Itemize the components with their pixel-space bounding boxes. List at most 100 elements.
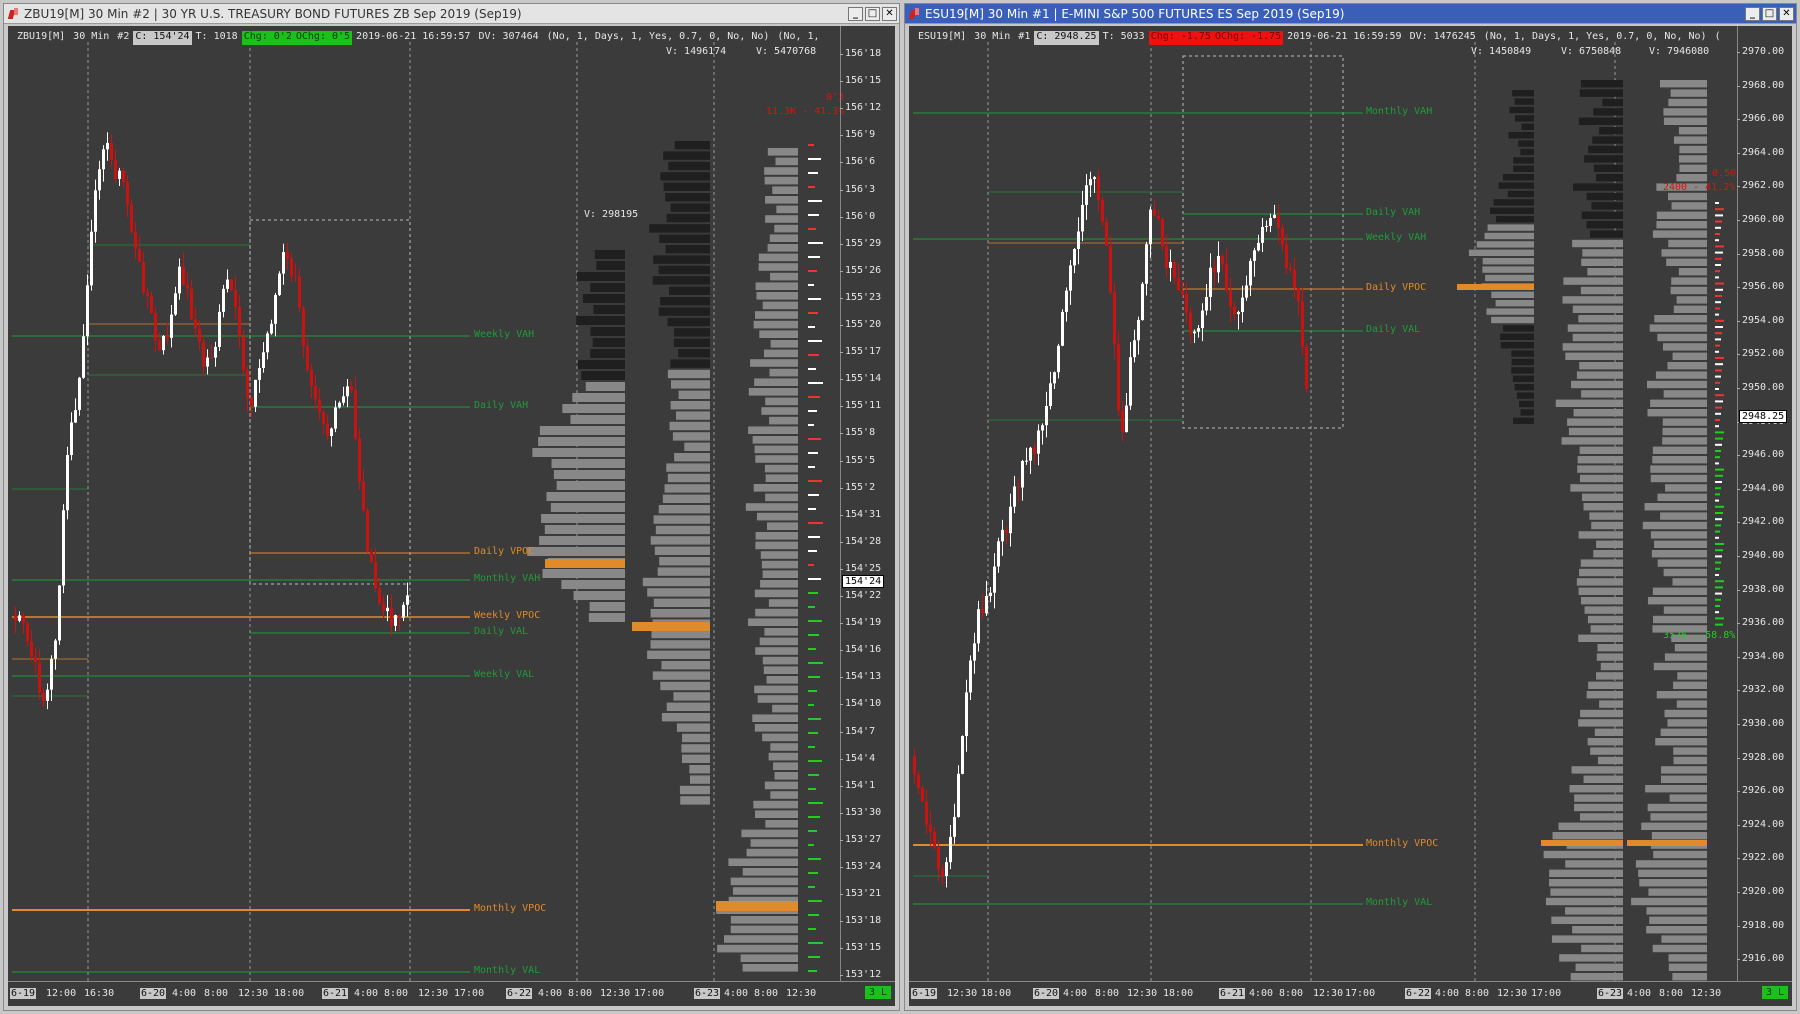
candle-body <box>358 438 361 482</box>
time-tick-label: 8:00 <box>384 988 409 999</box>
volume-profile-bar <box>775 157 798 166</box>
time-tick-label: 18:00 <box>274 988 305 999</box>
candle-body <box>1277 214 1280 228</box>
chart-window-zb[interactable]: ZBU19[M] 30 Min #2 | 30 YR U.S. TREASURY… <box>3 3 900 1011</box>
volume-profile-bar <box>1652 944 1707 953</box>
maximize-icon[interactable]: □ <box>865 6 880 21</box>
delta-tick <box>808 452 818 454</box>
volume-profile-bar <box>660 172 710 181</box>
candle-body <box>1165 246 1168 268</box>
delta-tick <box>808 550 817 552</box>
volume-profile-bar <box>594 250 625 259</box>
candle-body <box>1289 268 1292 270</box>
volume-profile-bar <box>1662 427 1707 436</box>
time-axis[interactable]: 3 L 6-19 12:00 16:30 6-20 4:00 8:00 12:30 18:00… <box>8 981 895 1006</box>
candle-body <box>106 142 109 150</box>
candle-body <box>1097 177 1100 201</box>
candle-body <box>62 510 65 586</box>
delta-tick <box>1715 276 1719 279</box>
delta-tick <box>808 382 823 384</box>
volume-profile-bar <box>1670 286 1707 295</box>
price-tick-label: 154'10 <box>840 698 895 709</box>
delta-tick <box>808 956 820 958</box>
weekly-vpoc-bar <box>632 622 710 631</box>
chart-canvas[interactable]: ZBU19[M] 30 Min #2 C: 154'24 T: 1018 Chg… <box>8 26 895 1006</box>
volume-profile-bar <box>1667 719 1707 727</box>
minimize-icon[interactable]: _ <box>848 6 863 21</box>
volume-profile-bar <box>757 695 798 703</box>
candle-body <box>973 643 976 661</box>
volume-profile-bar <box>1518 140 1534 147</box>
price-chart-svg[interactable] <box>8 26 897 1008</box>
volume-profile-bar <box>1653 850 1707 859</box>
price-axis[interactable]: 2970.00 2968.00 2966.00 2964.00 2962.00 2960.… <box>1737 26 1792 982</box>
volume-profile-bar <box>650 609 710 618</box>
volume-profile-bar <box>532 448 625 457</box>
delta-tick <box>808 536 820 538</box>
delta-tick <box>808 508 816 510</box>
volume-profile-bar <box>596 261 625 270</box>
close-icon[interactable]: ✕ <box>882 6 897 21</box>
maximize-icon[interactable]: □ <box>1762 6 1777 21</box>
volume-profile-bar <box>763 349 798 358</box>
candle-body <box>933 831 936 848</box>
candle-body <box>1145 244 1148 284</box>
candle-body <box>182 266 185 285</box>
delta-tick <box>808 634 819 636</box>
volume-profile-bar <box>681 744 710 753</box>
volume-profile-bar <box>1570 973 1623 981</box>
window-titlebar[interactable]: ZBU19[M] 30 Min #2 | 30 YR U.S. TREASURY… <box>4 4 899 24</box>
level-label-monthly-val: Monthly VAL <box>1366 897 1433 908</box>
candle-body <box>58 585 61 641</box>
volume-profile-bar <box>1678 155 1707 163</box>
volume-profile-bar <box>764 781 798 790</box>
volume-profile-bar <box>1650 474 1707 483</box>
volume-profile-bar <box>772 704 798 713</box>
profile-volume-label: V: 1496174 <box>666 46 727 57</box>
close-icon[interactable]: ✕ <box>1779 6 1794 21</box>
chart-canvas[interactable]: ESU19[M] 30 Min #1 C: 2948.25 T: 5033 Ch… <box>909 26 1792 1006</box>
level-label-weekly-vah: Weekly VAH <box>474 329 535 340</box>
volume-profile-bar <box>1660 512 1707 520</box>
window-titlebar[interactable]: ESU19[M] 30 Min #1 | E-MINI S&P 500 FUTU… <box>905 4 1796 24</box>
delta-tick <box>1715 301 1721 304</box>
volume-profile-bar <box>538 437 625 446</box>
volume-profile-bar <box>658 307 710 316</box>
volume-profile-bar <box>754 378 798 386</box>
delta-tick <box>1715 264 1721 266</box>
chart-window-es[interactable]: ESU19[M] 30 Min #1 | E-MINI S&P 500 FUTU… <box>904 3 1797 1011</box>
candle-body <box>1041 425 1044 431</box>
price-axis[interactable]: 156'18 156'15 156'12 156'9 156'6 156'3 156'0 15… <box>840 26 895 982</box>
volume-profile-bar <box>1590 747 1623 755</box>
volume-profile-bar <box>765 196 798 204</box>
candle-body <box>306 345 309 370</box>
delta-tick <box>1715 338 1721 341</box>
volume-profile-bar <box>1661 935 1707 943</box>
volume-profile-bar <box>669 421 710 431</box>
volume-profile-bar <box>669 286 710 295</box>
volume-profile-bar <box>1500 342 1534 349</box>
delta-tick <box>808 690 817 692</box>
candle-body <box>338 402 341 408</box>
volume-profile-bar <box>1661 249 1707 257</box>
volume-profile-bar <box>1646 926 1707 934</box>
delta-tick <box>1715 332 1722 335</box>
volume-profile-bar <box>590 283 625 292</box>
delta-tick <box>1715 295 1722 297</box>
volume-profile-bar <box>542 569 625 578</box>
volume-profile-bar <box>1678 127 1707 135</box>
candle-body <box>350 386 353 390</box>
time-axis[interactable]: 3 L 6-19 12:30 18:00 6-20 4:00 8:00 12:30 18:00… <box>909 981 1792 1006</box>
price-tick-label: 155'17 <box>840 346 895 357</box>
minimize-icon[interactable]: _ <box>1745 6 1760 21</box>
candle-body <box>1249 260 1252 286</box>
candle-body <box>398 615 401 618</box>
price-chart-svg[interactable] <box>909 26 1794 1008</box>
volume-profile-bar <box>1659 80 1707 88</box>
candle-body <box>1169 261 1172 268</box>
volume-profile-bar <box>1513 417 1534 424</box>
time-tick-label: 12:30 <box>1127 988 1158 999</box>
info-close: C: 2948.25 <box>1034 31 1099 45</box>
volume-profile-bar <box>1520 409 1534 416</box>
delta-tick <box>808 270 817 272</box>
